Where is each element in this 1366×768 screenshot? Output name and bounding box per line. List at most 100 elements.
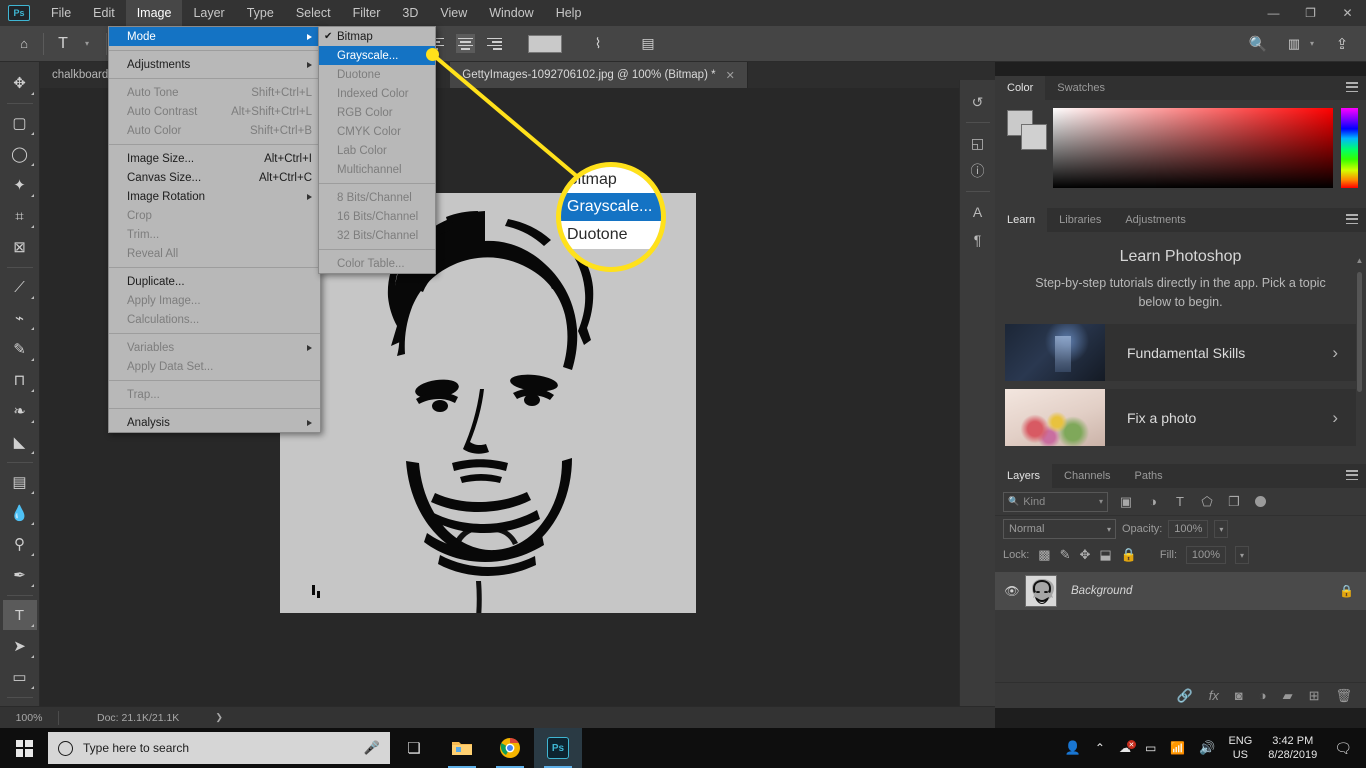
crop-tool-icon[interactable]: ⌗ <box>3 201 37 231</box>
filter-adjustment-icon[interactable]: ◑ <box>1144 494 1162 509</box>
menu-item-trim[interactable]: Trim... <box>109 225 320 244</box>
microphone-icon[interactable]: 🎤 <box>364 740 380 756</box>
filter-type-icon[interactable]: T <box>1171 494 1189 509</box>
menu-item-apply-data-set[interactable]: Apply Data Set... <box>109 357 320 376</box>
menu-item-auto-color[interactable]: Auto Color Shift+Ctrl+B <box>109 121 320 140</box>
maximize-button[interactable]: ❐ <box>1292 0 1329 26</box>
character-panel-icon[interactable]: ▤ <box>636 32 660 56</box>
delete-layer-icon[interactable]: 🗑 <box>1335 688 1352 704</box>
menu-item-reveal-all[interactable]: Reveal All <box>109 244 320 263</box>
menu-item-rgb-color[interactable]: RGB Color <box>319 103 435 122</box>
tool-preset-chevron-down-icon[interactable]: ▾ <box>75 32 99 56</box>
chevron-down-icon[interactable]: ▾ <box>1099 497 1103 506</box>
filter-pixel-icon[interactable]: ▣ <box>1117 494 1135 510</box>
color-panel[interactable] <box>995 100 1366 208</box>
task-view-icon[interactable]: ❏ <box>390 728 438 768</box>
menu-item-image-size[interactable]: Image Size... Alt+Ctrl+I <box>109 149 320 168</box>
tool-flyout-triangle-icon[interactable] <box>30 553 34 556</box>
color-panel-swatches[interactable] <box>1003 108 1047 150</box>
tab-color[interactable]: Color <box>995 76 1046 100</box>
link-layers-icon[interactable]: 🔗 <box>1177 688 1193 704</box>
menu-item-8-bits-channel[interactable]: 8 Bits/Channel <box>319 188 435 207</box>
menu-item-16-bits-channel[interactable]: 16 Bits/Channel <box>319 207 435 226</box>
lock-all-icon[interactable]: 🔒 <box>1121 547 1137 563</box>
path-selection-tool-icon[interactable]: ➤ <box>3 631 37 661</box>
chevron-right-icon[interactable]: › <box>1332 343 1356 363</box>
google-chrome-icon[interactable] <box>486 728 534 768</box>
tool-flyout-triangle-icon[interactable] <box>30 655 34 658</box>
tool-flyout-triangle-icon[interactable] <box>30 491 34 494</box>
tool-flyout-triangle-icon[interactable] <box>30 420 34 423</box>
tool-flyout-triangle-icon[interactable] <box>30 522 34 525</box>
menu-window[interactable]: Window <box>478 0 544 26</box>
panel-menu-icon[interactable] <box>1346 82 1358 92</box>
search-input[interactable]: Type here to search 🎤 <box>48 732 390 764</box>
lasso-tool-icon[interactable]: ◯ <box>3 139 37 169</box>
gradient-tool-icon[interactable]: ▤ <box>3 467 37 497</box>
tool-flyout-triangle-icon[interactable] <box>30 686 34 689</box>
brush-tool-icon[interactable]: ✎ <box>3 334 37 364</box>
menu-item-bitmap[interactable]: ✔ Bitmap <box>319 27 435 46</box>
tool-flyout-triangle-icon[interactable] <box>30 451 34 454</box>
menu-item-32-bits-channel[interactable]: 32 Bits/Channel <box>319 226 435 245</box>
character-panel-icon[interactable]: A <box>963 198 993 226</box>
menu-item-indexed-color[interactable]: Indexed Color <box>319 84 435 103</box>
tab-paths[interactable]: Paths <box>1123 464 1175 488</box>
language-indicator[interactable]: ENG US <box>1222 734 1258 762</box>
rectangular-marquee-tool-icon[interactable]: ▢ <box>3 108 37 138</box>
lock-transparent-pixels-icon[interactable]: ▩ <box>1038 547 1050 563</box>
fill-value[interactable]: 100% <box>1186 546 1226 564</box>
fill-chevron-down-icon[interactable]: ▾ <box>1235 546 1249 564</box>
menu-item-analysis[interactable]: Analysis <box>109 413 320 432</box>
menu-item-multichannel[interactable]: Multichannel <box>319 160 435 179</box>
menu-item-color-table[interactable]: Color Table... <box>319 254 435 273</box>
tab-layers[interactable]: Layers <box>995 464 1053 488</box>
background-color-swatch[interactable] <box>1021 124 1047 150</box>
tool-flyout-triangle-icon[interactable] <box>30 389 34 392</box>
layer-mask-icon[interactable]: ◙ <box>1235 688 1243 703</box>
menu-item-auto-tone[interactable]: Auto Tone Shift+Ctrl+L <box>109 83 320 102</box>
tab-swatches[interactable]: Swatches <box>1045 76 1117 100</box>
chevron-right-icon[interactable]: › <box>1332 408 1356 428</box>
tool-flyout-triangle-icon[interactable] <box>30 624 34 627</box>
align-right-icon[interactable] <box>485 34 504 53</box>
menu-item-apply-image[interactable]: Apply Image... <box>109 291 320 310</box>
tool-flyout-triangle-icon[interactable] <box>30 225 34 228</box>
learn-panel-scrollbar[interactable]: ▲ ▼ <box>1355 256 1364 478</box>
tool-flyout-triangle-icon[interactable] <box>30 584 34 587</box>
panel-menu-icon[interactable] <box>1346 214 1358 224</box>
image-menu-dropdown[interactable]: Mode Adjustments Auto Tone Shift+Ctrl+L Auto… <box>108 26 321 433</box>
blur-tool-icon[interactable]: 💧 <box>3 498 37 528</box>
tool-flyout-triangle-icon[interactable] <box>30 327 34 330</box>
menu-item-mode[interactable]: Mode <box>109 27 320 46</box>
status-chevron-right-icon[interactable]: ❯ <box>179 712 223 723</box>
action-center-icon[interactable]: 🗨 <box>1327 740 1366 757</box>
volume-icon[interactable]: 🔊 <box>1192 740 1222 756</box>
menu-layer[interactable]: Layer <box>182 0 235 26</box>
align-center-icon[interactable] <box>456 34 475 53</box>
people-icon[interactable]: 👤 <box>1058 740 1088 756</box>
blend-mode-select[interactable]: Normal ▾ <box>1003 519 1116 539</box>
info-panel-icon[interactable]: ⓘ <box>963 157 993 185</box>
table-row[interactable]: 👁 Background � <box>995 572 1366 610</box>
menu-select[interactable]: Select <box>285 0 342 26</box>
document-tab-active[interactable]: GettyImages-1092706102.jpg @ 100% (Bitma… <box>450 62 748 88</box>
menu-item-variables[interactable]: Variables <box>109 338 320 357</box>
menu-type[interactable]: Type <box>236 0 285 26</box>
new-fill-adjustment-icon[interactable]: ◑ <box>1259 688 1267 703</box>
type-tool-icon[interactable]: T <box>2 600 37 630</box>
menu-item-duotone[interactable]: Duotone <box>319 65 435 84</box>
learn-card-fundamental-skills[interactable]: Fundamental Skills › <box>1005 324 1356 381</box>
tool-flyout-triangle-icon[interactable] <box>30 132 34 135</box>
onedrive-error-icon[interactable]: ☁ ✕ <box>1112 740 1138 755</box>
menu-filter[interactable]: Filter <box>342 0 392 26</box>
tool-flyout-triangle-icon[interactable] <box>30 163 34 166</box>
chevron-up-icon[interactable]: ⌃ <box>1088 741 1112 755</box>
photoshop-taskbar-icon[interactable]: Ps <box>534 728 582 768</box>
menu-item-canvas-size[interactable]: Canvas Size... Alt+Ctrl+C <box>109 168 320 187</box>
minimize-button[interactable]: — <box>1255 0 1292 26</box>
magic-wand-tool-icon[interactable]: ✦ <box>3 170 37 200</box>
menu-item-image-rotation[interactable]: Image Rotation <box>109 187 320 206</box>
eraser-tool-icon[interactable]: ◣ <box>3 427 37 457</box>
lock-position-icon[interactable]: ✥ <box>1080 547 1091 563</box>
